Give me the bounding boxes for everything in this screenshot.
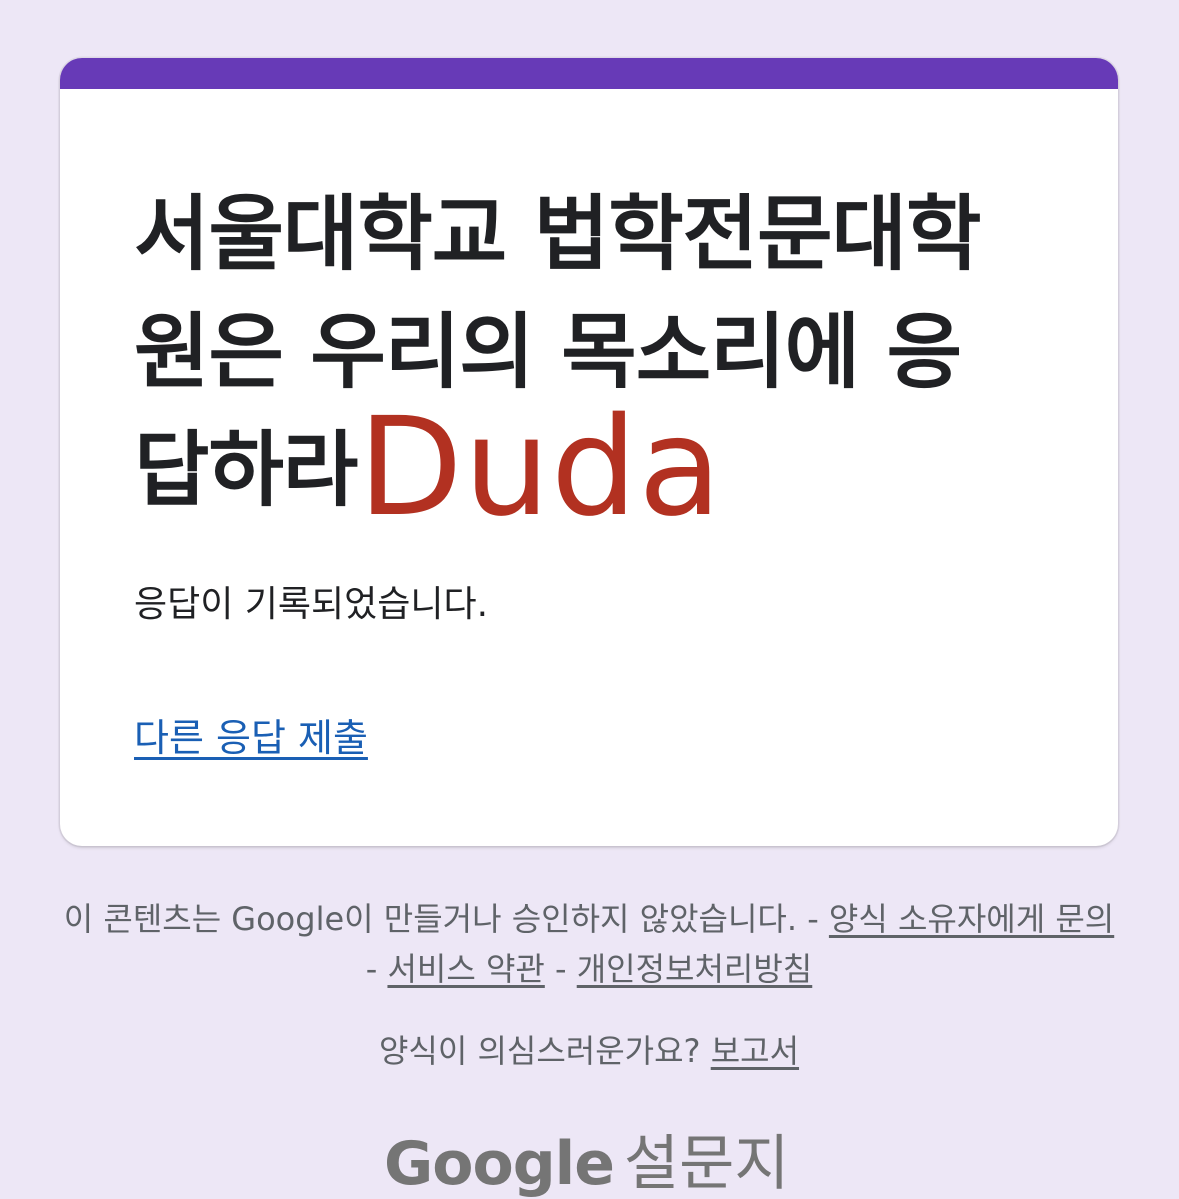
footer-separator: - — [365, 950, 378, 988]
google-logo: Google — [384, 1129, 615, 1199]
overlay-watermark-text: Duda — [358, 389, 723, 547]
confirmation-message: 응답이 기록되었습니다. — [134, 584, 489, 625]
card-accent-bar — [60, 58, 1118, 89]
privacy-policy-link[interactable]: 개인정보처리방침 — [577, 950, 813, 988]
terms-of-service-link[interactable]: 서비스 약관 — [387, 950, 544, 988]
report-abuse-line: 양식이 의심스러운가요? 보고서 — [60, 1026, 1118, 1076]
suspicious-form-question: 양식이 의심스러운가요? — [378, 1032, 701, 1070]
footer-separator: - — [807, 900, 819, 938]
footer-separator: - — [555, 950, 567, 988]
report-link[interactable]: 보고서 — [711, 1032, 799, 1070]
disclaimer-text: 이 콘텐츠는 Google이 만들거나 승인하지 않았습니다. — [63, 900, 798, 938]
footer-disclaimer: 이 콘텐츠는 Google이 만들거나 승인하지 않았습니다. - 양식 소유자… — [60, 894, 1118, 994]
submit-another-response-link[interactable]: 다른 응답 제출 — [134, 712, 368, 764]
google-forms-brand[interactable]: Google 설문지 — [384, 1134, 790, 1194]
forms-product-name: 설문지 — [623, 1129, 790, 1199]
contact-owner-link[interactable]: 양식 소유자에게 문의 — [829, 900, 1114, 938]
